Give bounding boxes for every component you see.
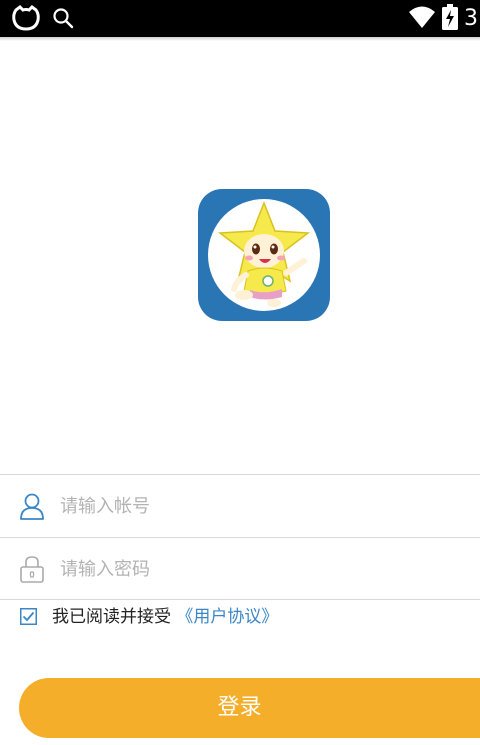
user-agreement-link[interactable]: 《用户协议》 [176, 607, 278, 627]
lock-icon [19, 555, 45, 583]
cat-face-icon [12, 5, 40, 35]
status-bar-shadow [0, 37, 480, 41]
status-time: 3 [464, 6, 478, 31]
status-right-icons: 3 [408, 4, 480, 34]
status-bar: 3 [0, 0, 480, 37]
status-left-icons [12, 5, 74, 35]
login-button-label: 登录 [217, 695, 262, 720]
agreement-row: 我已阅读并接受 《用户协议》 [0, 600, 480, 634]
checkbox-checked-icon [20, 608, 37, 625]
password-row [0, 539, 480, 599]
wifi-icon [408, 5, 436, 33]
user-icon [19, 492, 45, 520]
account-row [0, 476, 480, 536]
agreement-label: 我已阅读并接受 [52, 607, 171, 627]
agreement-text: 我已阅读并接受 《用户协议》 [52, 605, 278, 629]
login-button[interactable]: 登录 [19, 678, 480, 738]
battery-charging-icon [442, 4, 458, 34]
password-input[interactable] [60, 549, 460, 589]
divider-middle [0, 537, 480, 538]
account-input[interactable] [60, 486, 460, 526]
agreement-checkbox[interactable] [20, 608, 37, 625]
star-mascot-logo [208, 199, 320, 311]
search-icon [52, 7, 74, 33]
divider-top [0, 474, 480, 475]
app-logo [198, 189, 330, 321]
